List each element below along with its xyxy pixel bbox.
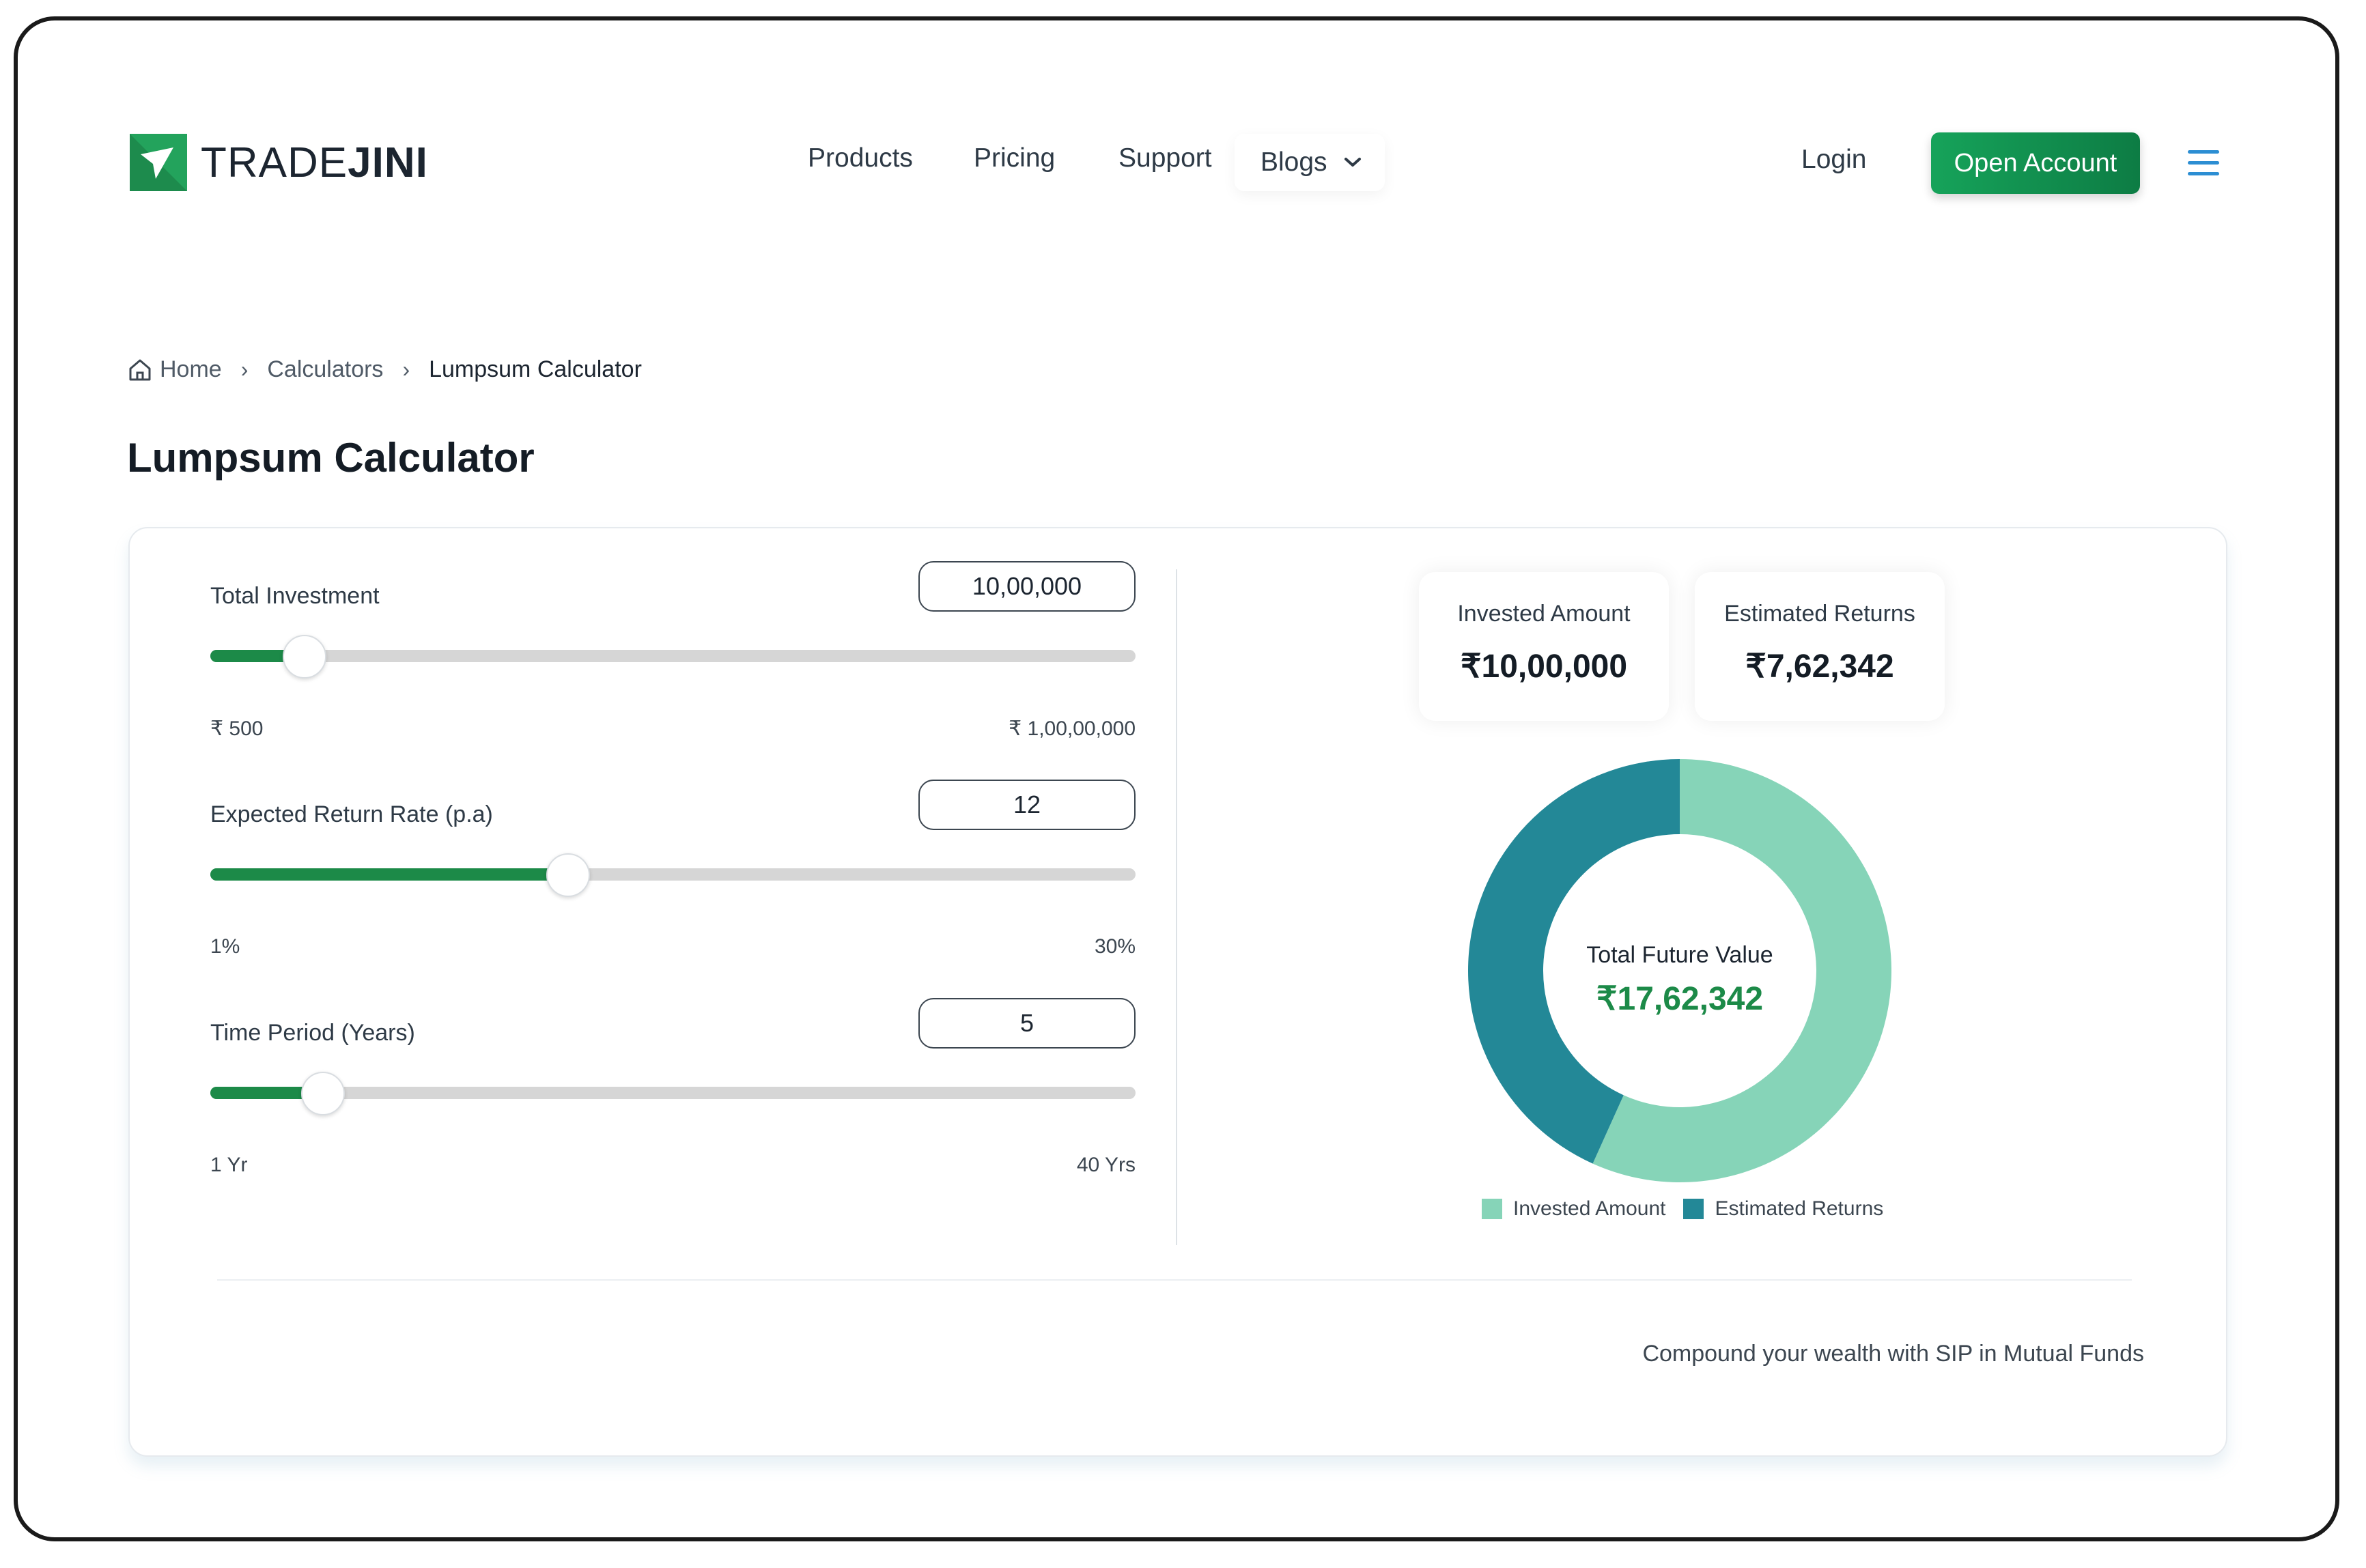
vertical-divider: [1176, 569, 1177, 1245]
hamburger-menu-icon[interactable]: [2188, 150, 2219, 176]
return-rate-input[interactable]: 12: [918, 780, 1136, 830]
time-period-slider[interactable]: [210, 1072, 1136, 1115]
slider-thumb[interactable]: [300, 1072, 345, 1115]
invested-amount-box: Invested Amount ₹10,00,000: [1419, 572, 1669, 721]
brand-name: TRADEJINI: [201, 139, 428, 186]
total-future-value-label: Total Future Value: [1586, 942, 1773, 968]
nav-item-blogs[interactable]: Blogs: [1235, 134, 1385, 191]
breadcrumb: Home › Calculators › Lumpsum Calculator: [127, 356, 642, 383]
nav-item-support[interactable]: Support: [1118, 143, 1212, 173]
return-rate-slider[interactable]: [210, 853, 1136, 897]
legend-label-invested: Invested Amount: [1513, 1197, 1666, 1220]
breadcrumb-home[interactable]: Home: [160, 356, 222, 383]
open-account-button[interactable]: Open Account: [1931, 132, 2140, 194]
nav-item-pricing[interactable]: Pricing: [974, 143, 1055, 173]
tradejini-logo-icon: [130, 134, 187, 191]
total-investment-slider[interactable]: [210, 635, 1136, 679]
nav-blogs-label: Blogs: [1261, 147, 1327, 177]
chart-legend: Invested Amount Estimated Returns: [1482, 1197, 1901, 1221]
range-min-label: 1 Yr: [210, 1154, 248, 1176]
total-investment-input[interactable]: 10,00,000: [918, 561, 1136, 612]
chevron-down-icon: [1344, 158, 1361, 167]
breadcrumb-current: Lumpsum Calculator: [429, 356, 642, 382]
donut-chart: Total Future Value ₹17,62,342: [1468, 759, 1891, 1182]
legend-label-returns: Estimated Returns: [1715, 1197, 1884, 1220]
estimated-returns-box: Estimated Returns ₹7,62,342: [1695, 572, 1945, 721]
estimated-returns-label: Estimated Returns: [1724, 601, 1915, 627]
range-min-label: 1%: [210, 935, 240, 958]
nav-item-products[interactable]: Products: [808, 143, 913, 173]
time-period-label: Time Period (Years): [210, 1020, 415, 1046]
breadcrumb-separator: ›: [240, 357, 249, 382]
time-period-input[interactable]: 5: [918, 998, 1136, 1049]
range-max-label: 30%: [1094, 935, 1136, 958]
slider-thumb[interactable]: [282, 635, 326, 679]
slider-thumb[interactable]: [546, 853, 590, 897]
estimated-returns-value: ₹7,62,342: [1745, 648, 1894, 685]
return-rate-label: Expected Return Rate (p.a): [210, 801, 493, 827]
legend-item-invested: Invested Amount: [1482, 1197, 1665, 1221]
horizontal-divider: [217, 1279, 2132, 1281]
total-future-value: ₹17,62,342: [1596, 981, 1764, 1017]
invested-amount-value: ₹10,00,000: [1460, 648, 1628, 685]
slider-fill: [210, 868, 567, 881]
total-investment-label: Total Investment: [210, 583, 380, 609]
brand-logo[interactable]: TRADEJINI: [130, 134, 428, 191]
range-min-label: ₹ 500: [210, 717, 264, 740]
legend-item-returns: Estimated Returns: [1683, 1197, 1883, 1221]
legend-swatch-returns: [1683, 1199, 1704, 1219]
home-icon: [129, 359, 151, 380]
donut-center: Total Future Value ₹17,62,342: [1468, 942, 1891, 1018]
invested-amount-label: Invested Amount: [1457, 601, 1631, 627]
sip-mutual-funds-link[interactable]: Compound your wealth with SIP in Mutual …: [1642, 1341, 2144, 1367]
range-max-label: ₹ 1,00,00,000: [1009, 717, 1136, 740]
calculator-card: Total Investment 10,00,000 ₹ 500 ₹ 1,00,…: [128, 527, 2227, 1457]
breadcrumb-calculators[interactable]: Calculators: [267, 356, 383, 383]
login-link[interactable]: Login: [1801, 145, 1866, 175]
page-title: Lumpsum Calculator: [127, 435, 535, 481]
breadcrumb-separator: ›: [402, 357, 410, 382]
legend-swatch-invested: [1482, 1199, 1502, 1219]
range-max-label: 40 Yrs: [1076, 1154, 1136, 1176]
